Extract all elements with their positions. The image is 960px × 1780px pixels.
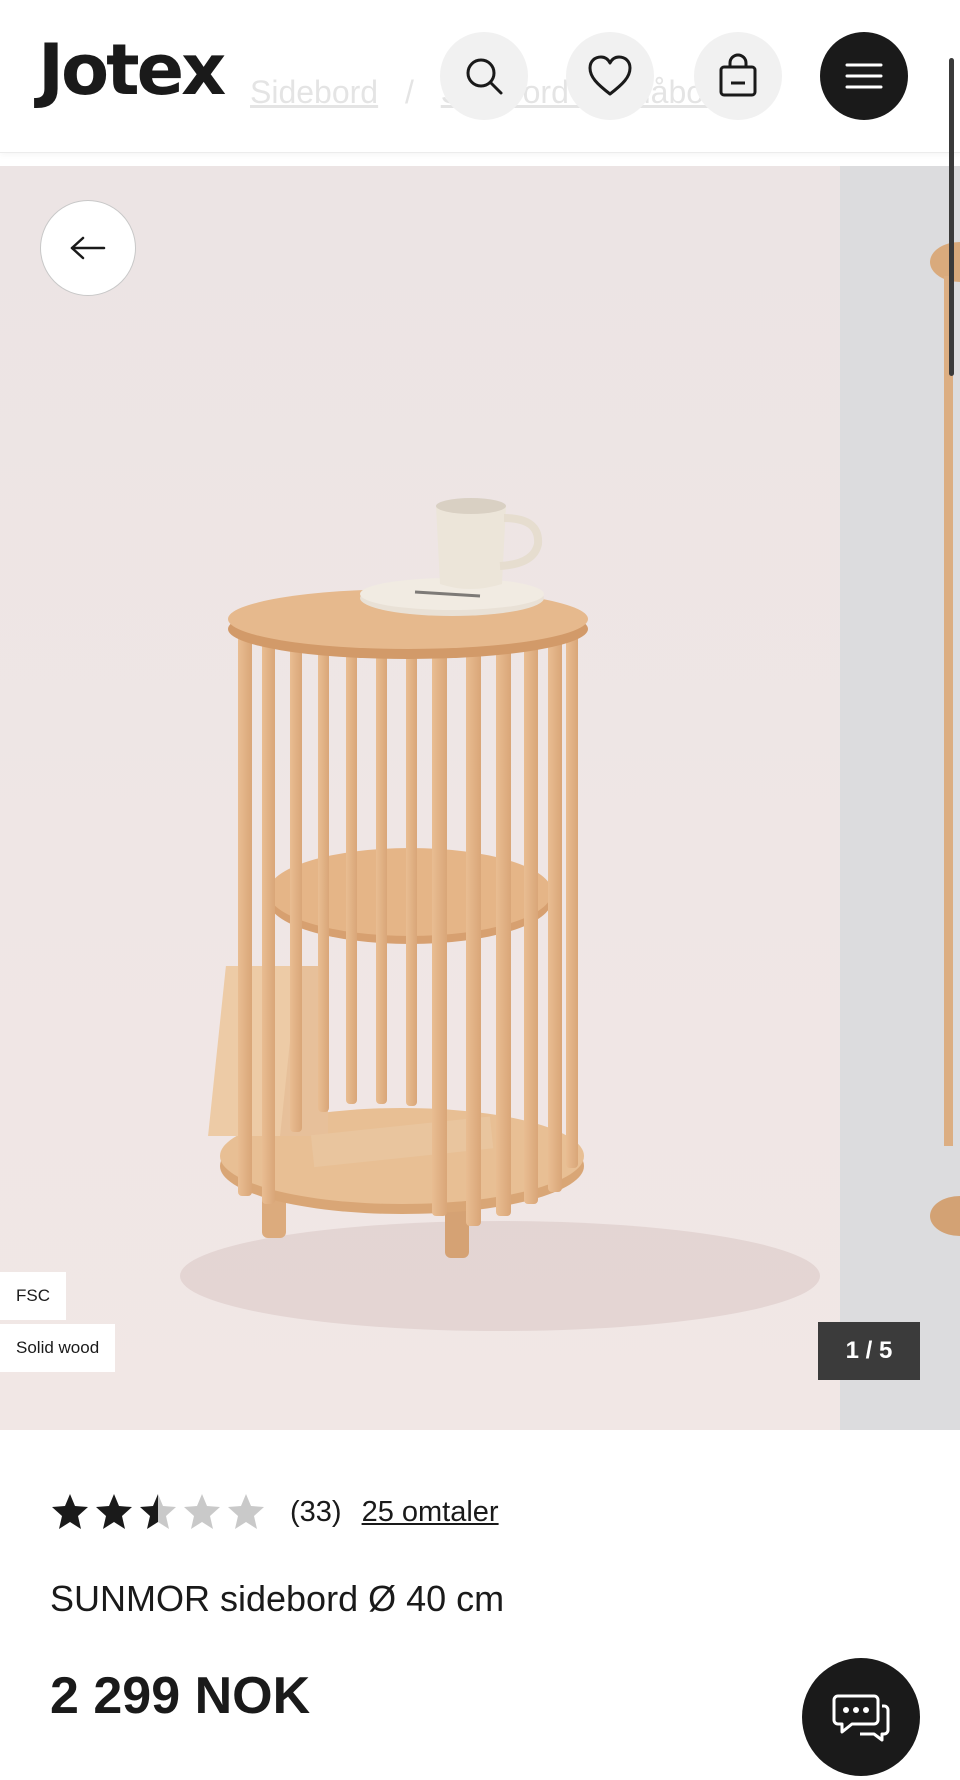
back-button[interactable] — [40, 200, 136, 296]
fsc-badge: FSC — [0, 1272, 66, 1320]
product-image-gallery[interactable]: FSC Solid wood 1 / 5 — [0, 166, 960, 1430]
side-table-illustration — [180, 498, 820, 1331]
solid-wood-badge: Solid wood — [0, 1324, 116, 1372]
star-icon — [140, 1494, 176, 1529]
breadcrumb-separator: / — [404, 74, 414, 110]
chat-bubbles-icon — [832, 1694, 890, 1742]
image-counter: 1 / 5 — [818, 1322, 920, 1380]
wishlist-button[interactable] — [566, 32, 654, 120]
reviews-link[interactable]: 25 omtaler — [362, 1496, 499, 1529]
chat-button[interactable] — [802, 1658, 920, 1776]
product-price: 2 299 NOK — [50, 1667, 311, 1725]
product-image[interactable] — [0, 166, 840, 1430]
rating-count: (33) — [290, 1495, 342, 1528]
heart-icon — [588, 55, 632, 96]
next-product-image-preview[interactable] — [840, 166, 960, 1430]
star-icon — [228, 1494, 264, 1529]
site-header: Jotex Sidebord / Sidebord & småbord — [0, 0, 960, 153]
star-icon — [52, 1494, 88, 1529]
shopping-bag-icon — [719, 53, 757, 97]
jotex-logo[interactable]: Jotex — [38, 30, 226, 110]
next-image-illustration — [930, 242, 960, 1236]
search-icon — [466, 58, 503, 95]
menu-button[interactable] — [820, 32, 908, 120]
product-rating[interactable]: (33) 25 omtaler — [50, 1490, 499, 1534]
star-icon — [184, 1494, 220, 1529]
arrow-left-icon — [70, 236, 106, 260]
search-button[interactable] — [440, 32, 528, 120]
rating-stars — [50, 1492, 266, 1532]
product-title: SUNMOR sidebord Ø 40 cm — [50, 1578, 505, 1619]
menu-icon — [845, 63, 883, 89]
cart-button[interactable] — [694, 32, 782, 120]
star-icon — [96, 1494, 132, 1529]
breadcrumb-item[interactable]: Sidebord — [250, 74, 378, 110]
page-scrollbar[interactable] — [949, 58, 954, 376]
